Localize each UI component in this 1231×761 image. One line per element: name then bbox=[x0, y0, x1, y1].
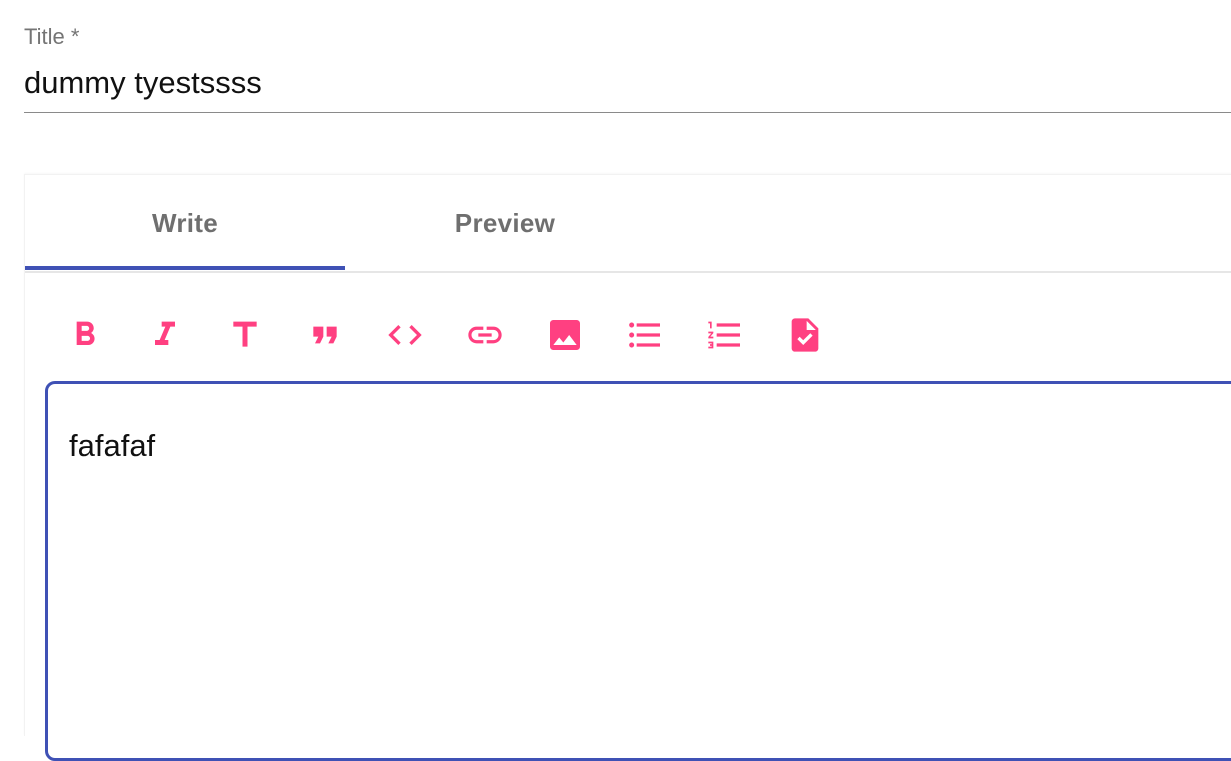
markdown-textarea[interactable]: fafafaf bbox=[45, 381, 1231, 761]
header-icon bbox=[233, 321, 257, 347]
editor-tabs: Write Preview bbox=[25, 175, 1231, 273]
checked-list-icon bbox=[791, 318, 819, 352]
textarea-content: fafafaf bbox=[69, 428, 156, 463]
italic-icon bbox=[155, 321, 175, 345]
unordered-list-button[interactable] bbox=[625, 315, 665, 355]
title-underline bbox=[24, 112, 1231, 113]
unordered-list-icon bbox=[629, 322, 660, 348]
italic-button[interactable] bbox=[145, 315, 185, 355]
ordered-list-button[interactable] bbox=[705, 315, 745, 355]
active-tab-indicator bbox=[25, 266, 345, 270]
markdown-editor: Write Preview fafafaf bbox=[24, 174, 1231, 761]
link-button[interactable] bbox=[465, 315, 505, 355]
tab-preview[interactable]: Preview bbox=[345, 175, 665, 271]
title-field[interactable]: Title * bbox=[24, 0, 1231, 115]
bold-icon bbox=[76, 321, 95, 345]
checked-list-button[interactable] bbox=[785, 315, 825, 355]
link-icon bbox=[468, 326, 502, 344]
image-icon bbox=[550, 320, 580, 350]
ordered-list-icon bbox=[708, 321, 740, 349]
quote-icon bbox=[313, 326, 337, 344]
tab-write[interactable]: Write bbox=[25, 175, 345, 271]
code-button[interactable] bbox=[385, 315, 425, 355]
header-button[interactable] bbox=[225, 315, 265, 355]
code-icon bbox=[388, 325, 422, 345]
bold-button[interactable] bbox=[65, 315, 105, 355]
title-label: Title * bbox=[24, 24, 80, 49]
title-input[interactable] bbox=[24, 60, 1231, 106]
quote-button[interactable] bbox=[305, 315, 345, 355]
image-button[interactable] bbox=[545, 315, 585, 355]
